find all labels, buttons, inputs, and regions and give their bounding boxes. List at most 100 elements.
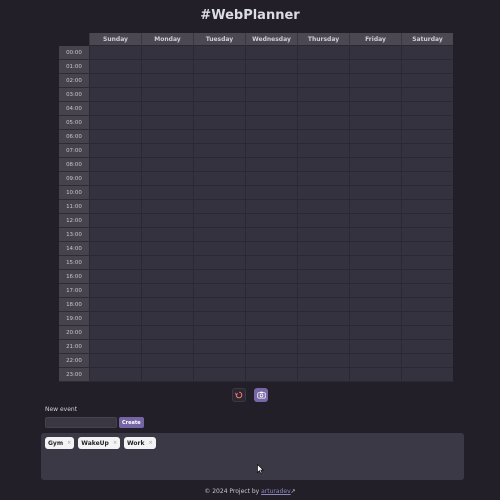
time-slot-cell[interactable] [297,214,349,228]
time-slot-cell[interactable] [245,228,297,242]
time-slot-cell[interactable] [89,270,141,284]
time-slot-cell[interactable] [245,116,297,130]
time-slot-cell[interactable] [141,298,193,312]
time-slot-cell[interactable] [141,242,193,256]
time-slot-cell[interactable] [89,284,141,298]
event-chip[interactable]: WakeUp × [78,437,121,449]
time-slot-cell[interactable] [193,312,245,326]
new-event-input[interactable] [45,417,117,428]
time-slot-cell[interactable] [297,284,349,298]
time-slot-cell[interactable] [349,284,401,298]
time-slot-cell[interactable] [245,102,297,116]
time-slot-cell[interactable] [141,284,193,298]
time-slot-cell[interactable] [245,186,297,200]
time-slot-cell[interactable] [297,144,349,158]
time-slot-cell[interactable] [245,368,297,382]
time-slot-cell[interactable] [401,284,453,298]
time-slot-cell[interactable] [401,102,453,116]
time-slot-cell[interactable] [193,256,245,270]
time-slot-cell[interactable] [245,130,297,144]
time-slot-cell[interactable] [349,130,401,144]
time-slot-cell[interactable] [297,340,349,354]
time-slot-cell[interactable] [89,312,141,326]
time-slot-cell[interactable] [141,88,193,102]
time-slot-cell[interactable] [401,116,453,130]
time-slot-cell[interactable] [401,354,453,368]
time-slot-cell[interactable] [245,200,297,214]
time-slot-cell[interactable] [89,354,141,368]
time-slot-cell[interactable] [141,368,193,382]
time-slot-cell[interactable] [401,158,453,172]
time-slot-cell[interactable] [401,228,453,242]
time-slot-cell[interactable] [193,116,245,130]
remove-event-icon[interactable]: × [67,440,71,446]
time-slot-cell[interactable] [297,172,349,186]
time-slot-cell[interactable] [401,200,453,214]
time-slot-cell[interactable] [141,200,193,214]
time-slot-cell[interactable] [193,228,245,242]
time-slot-cell[interactable] [89,200,141,214]
time-slot-cell[interactable] [141,144,193,158]
time-slot-cell[interactable] [401,144,453,158]
time-slot-cell[interactable] [245,298,297,312]
time-slot-cell[interactable] [193,60,245,74]
time-slot-cell[interactable] [349,46,401,60]
time-slot-cell[interactable] [401,186,453,200]
time-slot-cell[interactable] [89,256,141,270]
time-slot-cell[interactable] [349,270,401,284]
time-slot-cell[interactable] [297,368,349,382]
time-slot-cell[interactable] [297,88,349,102]
time-slot-cell[interactable] [193,186,245,200]
time-slot-cell[interactable] [141,158,193,172]
time-slot-cell[interactable] [349,158,401,172]
time-slot-cell[interactable] [89,88,141,102]
time-slot-cell[interactable] [245,354,297,368]
time-slot-cell[interactable] [193,74,245,88]
time-slot-cell[interactable] [89,298,141,312]
time-slot-cell[interactable] [141,46,193,60]
time-slot-cell[interactable] [401,340,453,354]
time-slot-cell[interactable] [141,172,193,186]
time-slot-cell[interactable] [245,284,297,298]
remove-event-icon[interactable]: × [113,440,117,446]
time-slot-cell[interactable] [193,284,245,298]
time-slot-cell[interactable] [193,172,245,186]
time-slot-cell[interactable] [245,340,297,354]
author-link[interactable]: arturadev [261,488,291,495]
time-slot-cell[interactable] [349,144,401,158]
time-slot-cell[interactable] [141,60,193,74]
time-slot-cell[interactable] [297,46,349,60]
time-slot-cell[interactable] [349,312,401,326]
time-slot-cell[interactable] [193,88,245,102]
time-slot-cell[interactable] [349,242,401,256]
time-slot-cell[interactable] [89,186,141,200]
time-slot-cell[interactable] [193,368,245,382]
time-slot-cell[interactable] [401,214,453,228]
time-slot-cell[interactable] [297,116,349,130]
time-slot-cell[interactable] [89,60,141,74]
time-slot-cell[interactable] [245,256,297,270]
time-slot-cell[interactable] [245,214,297,228]
time-slot-cell[interactable] [141,186,193,200]
time-slot-cell[interactable] [193,326,245,340]
time-slot-cell[interactable] [141,340,193,354]
time-slot-cell[interactable] [245,158,297,172]
time-slot-cell[interactable] [297,312,349,326]
time-slot-cell[interactable] [193,144,245,158]
time-slot-cell[interactable] [193,46,245,60]
remove-event-icon[interactable]: × [149,440,153,446]
time-slot-cell[interactable] [349,340,401,354]
time-slot-cell[interactable] [193,200,245,214]
create-button[interactable]: Create [119,417,144,428]
time-slot-cell[interactable] [89,144,141,158]
time-slot-cell[interactable] [401,256,453,270]
time-slot-cell[interactable] [89,368,141,382]
time-slot-cell[interactable] [89,130,141,144]
time-slot-cell[interactable] [89,326,141,340]
event-chip[interactable]: Work × [124,437,156,449]
time-slot-cell[interactable] [349,88,401,102]
time-slot-cell[interactable] [245,144,297,158]
time-slot-cell[interactable] [141,116,193,130]
time-slot-cell[interactable] [297,60,349,74]
time-slot-cell[interactable] [141,228,193,242]
